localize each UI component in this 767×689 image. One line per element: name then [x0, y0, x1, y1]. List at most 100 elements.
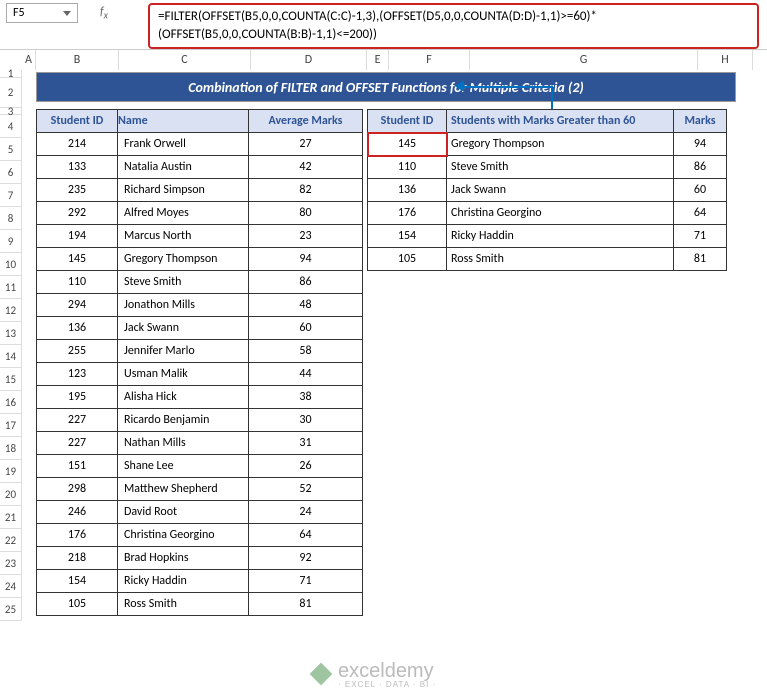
table-row[interactable]: 110Steve Smith86 [37, 271, 363, 294]
cell-marks[interactable]: 94 [674, 133, 727, 156]
row-header[interactable]: 5 [0, 138, 22, 161]
cell-name[interactable]: Gregory Thompson [447, 133, 674, 156]
cell-name[interactable]: Ricky Haddin [118, 570, 249, 593]
cell-marks[interactable]: 38 [249, 386, 363, 409]
cell-id[interactable]: 294 [37, 294, 118, 317]
source-table[interactable]: Student ID Name Average Marks 214Frank O… [36, 109, 363, 616]
cell-marks[interactable]: 44 [249, 363, 363, 386]
cell-id[interactable]: 133 [37, 156, 118, 179]
cell-marks[interactable]: 64 [674, 202, 727, 225]
table-row[interactable]: 105Ross Smith81 [37, 593, 363, 616]
cell-id[interactable]: 227 [37, 432, 118, 455]
cell-name[interactable]: Nathan Mills [118, 432, 249, 455]
table-row[interactable]: 246David Root24 [37, 501, 363, 524]
row-header[interactable]: 6 [0, 161, 22, 184]
table-row[interactable]: 298Matthew Shepherd52 [37, 478, 363, 501]
row-header[interactable]: 4 [0, 115, 22, 138]
cell-name[interactable]: Alfred Moyes [118, 202, 249, 225]
cell-marks[interactable]: 92 [249, 547, 363, 570]
cell-id[interactable]: 255 [37, 340, 118, 363]
cell-marks[interactable]: 48 [249, 294, 363, 317]
table-row[interactable]: 195Alisha Hick38 [37, 386, 363, 409]
cell-marks[interactable]: 71 [674, 225, 727, 248]
table-row[interactable]: 154Ricky Haddin71 [37, 570, 363, 593]
col-header-F[interactable]: F [389, 50, 470, 70]
row-header[interactable]: 13 [0, 322, 22, 345]
table-row[interactable]: 214Frank Orwell27 [37, 133, 363, 156]
table-row[interactable]: 294Jonathon Mills48 [37, 294, 363, 317]
cell-id[interactable]: 235 [37, 179, 118, 202]
cell-name[interactable]: Jack Swann [118, 317, 249, 340]
cell-marks[interactable]: 80 [249, 202, 363, 225]
table-row[interactable]: 136Jack Swann60 [37, 317, 363, 340]
cell-id[interactable]: 136 [37, 317, 118, 340]
cell-name[interactable]: Steve Smith [118, 271, 249, 294]
cell-name[interactable]: David Root [118, 501, 249, 524]
cell-id[interactable]: 110 [37, 271, 118, 294]
cell-marks[interactable]: 81 [674, 248, 727, 271]
cell-id[interactable]: 227 [37, 409, 118, 432]
cell-id[interactable]: 154 [37, 570, 118, 593]
cell-marks[interactable]: 58 [249, 340, 363, 363]
col-header-H[interactable]: H [698, 50, 753, 70]
cell-name[interactable]: Ricardo Benjamin [118, 409, 249, 432]
table-row[interactable]: 292Alfred Moyes80 [37, 202, 363, 225]
cell-name[interactable]: Matthew Shepherd [118, 478, 249, 501]
col-header-C[interactable]: C [119, 50, 251, 70]
row-header[interactable]: 11 [0, 276, 22, 299]
cell-id[interactable]: 151 [37, 455, 118, 478]
row-header[interactable]: 10 [0, 253, 22, 276]
table-row[interactable]: 133Natalia Austin42 [37, 156, 363, 179]
table-row[interactable]: 145Gregory Thompson94 [368, 133, 727, 156]
cell-name[interactable]: Natalia Austin [118, 156, 249, 179]
name-box[interactable]: F5 [6, 3, 78, 23]
cell-id[interactable]: 246 [37, 501, 118, 524]
row-header[interactable]: 7 [0, 184, 22, 207]
table-row[interactable]: 235Richard Simpson82 [37, 179, 363, 202]
cell-marks[interactable]: 71 [249, 570, 363, 593]
row-header[interactable]: 15 [0, 368, 22, 391]
table-row[interactable]: 218Brad Hopkins92 [37, 547, 363, 570]
table-row[interactable]: 176Christina Georgino64 [368, 202, 727, 225]
cell-name[interactable]: Jennifer Marlo [118, 340, 249, 363]
table-row[interactable]: 154Ricky Haddin71 [368, 225, 727, 248]
cell-marks[interactable]: 60 [674, 179, 727, 202]
cell-id[interactable]: 194 [37, 225, 118, 248]
row-header[interactable]: 14 [0, 345, 22, 368]
col-header-A[interactable]: A [22, 50, 36, 70]
row-header[interactable]: 23 [0, 552, 22, 575]
row-header[interactable]: 22 [0, 529, 22, 552]
cell-name[interactable]: Frank Orwell [118, 133, 249, 156]
cell-marks[interactable]: 27 [249, 133, 363, 156]
row-header[interactable]: 9 [0, 230, 22, 253]
row-header[interactable]: 18 [0, 437, 22, 460]
table-row[interactable]: 176Christina Georgino64 [37, 524, 363, 547]
cell-name[interactable]: Ross Smith [118, 593, 249, 616]
cell-name[interactable]: Jack Swann [447, 179, 674, 202]
table-row[interactable]: 105Ross Smith81 [368, 248, 727, 271]
table-row[interactable]: 151Shane Lee26 [37, 455, 363, 478]
cell-marks[interactable]: 23 [249, 225, 363, 248]
formula-input[interactable]: =FILTER(OFFSET(B5,0,0,COUNTA(C:C)-1,3),(… [148, 3, 759, 49]
cell-marks[interactable]: 42 [249, 156, 363, 179]
cell-marks[interactable]: 60 [249, 317, 363, 340]
cell-marks[interactable]: 31 [249, 432, 363, 455]
cell-id[interactable]: 292 [37, 202, 118, 225]
cell-name[interactable]: Steve Smith [447, 156, 674, 179]
row-header[interactable]: 17 [0, 414, 22, 437]
cell-id[interactable]: 154 [368, 225, 447, 248]
row-header[interactable]: 20 [0, 483, 22, 506]
cell-id[interactable]: 136 [368, 179, 447, 202]
cell-id[interactable]: 298 [37, 478, 118, 501]
cell-marks[interactable]: 64 [249, 524, 363, 547]
cell-marks[interactable]: 81 [249, 593, 363, 616]
cell-name[interactable]: Ricky Haddin [447, 225, 674, 248]
row-header[interactable]: 16 [0, 391, 22, 414]
cell-id[interactable]: 145 [37, 248, 118, 271]
cell-name[interactable]: Christina Georgino [447, 202, 674, 225]
row-header[interactable]: 25 [0, 598, 22, 621]
cell-id[interactable]: 145 [368, 133, 447, 156]
cell-name[interactable]: Alisha Hick [118, 386, 249, 409]
cell-name[interactable]: Marcus North [118, 225, 249, 248]
row-header[interactable]: 21 [0, 506, 22, 529]
